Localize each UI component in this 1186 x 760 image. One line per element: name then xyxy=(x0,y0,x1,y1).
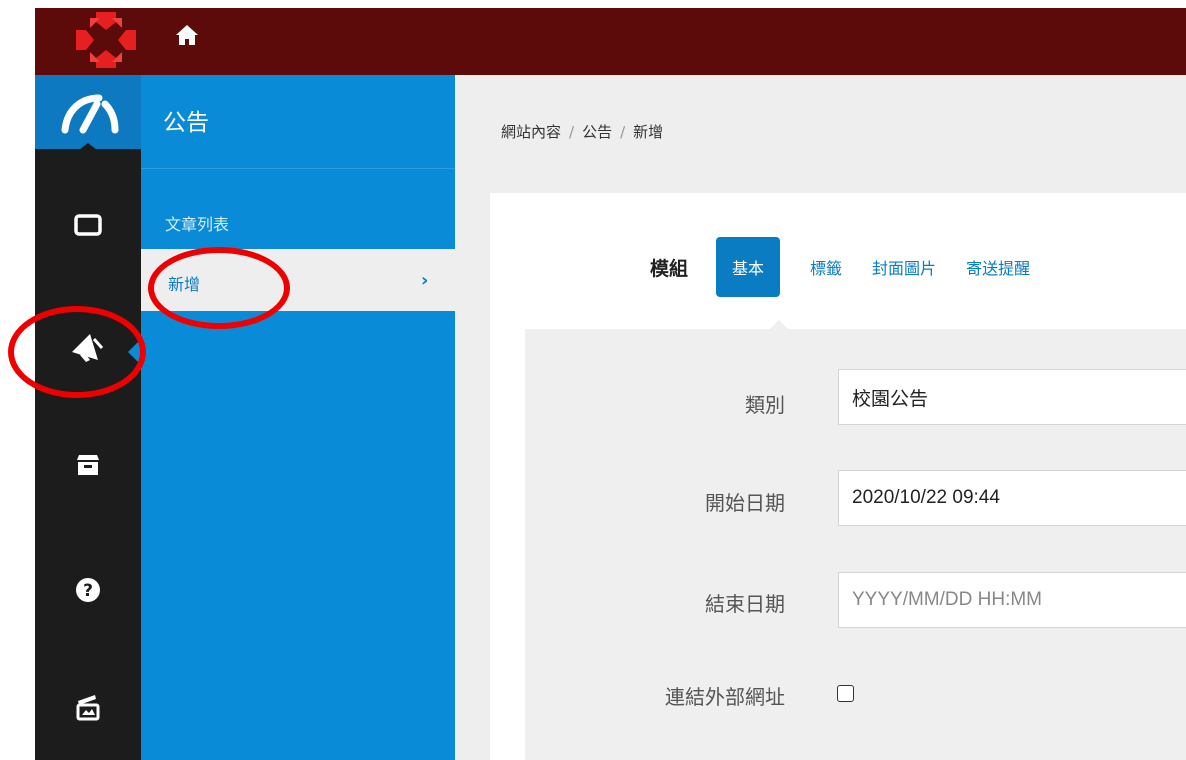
annotation-circle xyxy=(148,247,290,329)
submenu-panel: 公告 文章列表 新增 › xyxy=(141,75,455,760)
dashboard-icon xyxy=(61,94,119,134)
svg-text:?: ? xyxy=(83,581,93,601)
external-link-checkbox[interactable] xyxy=(837,685,854,702)
breadcrumb: 網站內容 / 公告 / 新增 xyxy=(501,121,663,142)
tab-basic[interactable]: 基本 xyxy=(716,237,781,297)
main-content: 網站內容 / 公告 / 新增 模組 基本 標籤 封面圖片 寄送提醒 類別 開始日期 結束… xyxy=(455,75,1186,760)
submenu-title: 公告 xyxy=(163,110,209,136)
breadcrumb-separator: / xyxy=(620,123,626,141)
content-panel: 模組 基本 標籤 封面圖片 寄送提醒 類別 開始日期 結束日期 連結外部網址 xyxy=(490,193,1186,760)
sidebar-item-help[interactable]: ? xyxy=(35,570,141,610)
sidebar-item-media[interactable] xyxy=(35,687,141,727)
media-icon xyxy=(76,695,100,721)
sidebar-item-dashboard[interactable] xyxy=(35,75,141,150)
archive-icon xyxy=(77,455,99,475)
breadcrumb-separator: / xyxy=(569,123,575,141)
window-icon xyxy=(74,214,102,236)
start-date-label: 開始日期 xyxy=(705,491,785,515)
category-field[interactable] xyxy=(838,369,1186,425)
sidebar-item-archive[interactable] xyxy=(35,445,141,485)
basic-form: 類別 開始日期 結束日期 連結外部網址 xyxy=(525,320,1186,760)
chevron-right-icon: › xyxy=(421,270,429,291)
end-date-field[interactable] xyxy=(838,572,1186,628)
breadcrumb-item[interactable]: 網站內容 xyxy=(501,123,561,141)
icon-sidebar: ? xyxy=(35,75,141,760)
tab-send-reminder[interactable]: 寄送提醒 xyxy=(966,255,1030,279)
end-date-label: 結束日期 xyxy=(705,592,785,616)
sidebar-item-window[interactable] xyxy=(35,205,141,245)
cross-logo-icon[interactable] xyxy=(72,8,140,72)
breadcrumb-item-current: 新增 xyxy=(633,123,664,141)
annotation-circle xyxy=(8,306,146,398)
tab-caret xyxy=(770,320,788,329)
submenu-divider xyxy=(141,168,455,169)
category-label: 類別 xyxy=(745,393,785,417)
start-date-field[interactable] xyxy=(838,470,1186,526)
home-icon[interactable] xyxy=(175,24,199,46)
top-bar xyxy=(35,8,1186,75)
submenu-item-article-list[interactable]: 文章列表 xyxy=(165,211,229,235)
help-icon: ? xyxy=(76,578,100,602)
tab-cover-image[interactable]: 封面圖片 xyxy=(872,255,936,279)
module-tabs-label: 模組 xyxy=(650,257,689,280)
tab-tags[interactable]: 標籤 xyxy=(810,255,842,279)
module-tabs: 模組 基本 標籤 封面圖片 寄送提醒 xyxy=(650,237,1060,297)
breadcrumb-item[interactable]: 公告 xyxy=(582,123,612,141)
external-link-label: 連結外部網址 xyxy=(665,685,785,709)
